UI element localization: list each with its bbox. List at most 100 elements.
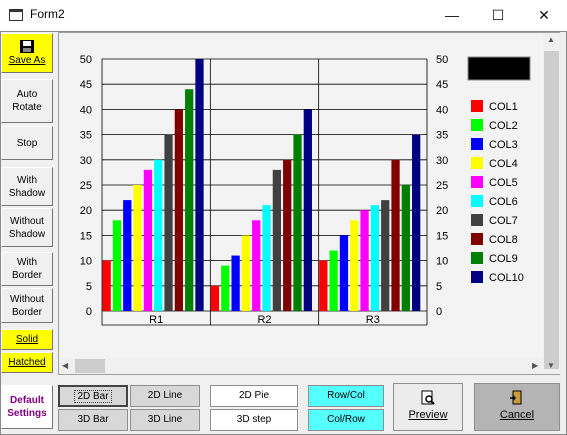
bar-col7-r3 <box>381 200 390 311</box>
2d-bar-label: 2D Bar <box>74 390 112 403</box>
with-border-button[interactable]: With Border <box>1 252 53 286</box>
save-as-button[interactable]: Save As <box>1 33 53 73</box>
legend-label: COL9 <box>489 253 518 265</box>
without-shadow-button[interactable]: Without Shadow <box>1 208 53 247</box>
y-tick-label-right: 15 <box>436 230 448 242</box>
without-shadow-label-1: Without <box>10 215 44 227</box>
scroll-left-arrow-icon[interactable]: ◀ <box>62 361 68 370</box>
3d-step-button[interactable]: 3D step <box>210 409 298 431</box>
2d-pie-label: 2D Pie <box>238 390 269 401</box>
2d-line-button[interactable]: 2D Line <box>130 385 200 407</box>
row-col-button[interactable]: Row/Col <box>308 385 384 407</box>
legend-swatch <box>471 100 483 112</box>
stop-button[interactable]: Stop <box>1 126 53 160</box>
auto-rotate-label-2: Rotate <box>12 102 42 113</box>
category-label: R3 <box>366 314 380 326</box>
col-row-label: Col/Row <box>327 414 365 425</box>
legend-label: COL3 <box>489 139 518 151</box>
scroll-right-arrow-icon[interactable]: ▶ <box>532 361 538 370</box>
legend-label: COL1 <box>489 101 518 113</box>
2d-bar-button[interactable]: 2D Bar <box>58 385 128 407</box>
bar-col3-r3 <box>339 235 349 311</box>
preview-button[interactable]: Preview <box>393 383 463 431</box>
without-border-label-1: Without <box>10 293 44 305</box>
2d-pie-button[interactable]: 2D Pie <box>210 385 298 407</box>
y-tick-label-left: 50 <box>80 54 92 66</box>
y-tick-label-right: 0 <box>436 306 442 318</box>
close-button[interactable]: ✕ <box>521 0 567 31</box>
without-shadow-label-2: Shadow <box>8 228 46 240</box>
floppy-disk-icon <box>20 40 34 53</box>
legend-swatch <box>471 271 483 283</box>
default-settings-button[interactable]: Default Settings <box>1 385 53 429</box>
vertical-scrollbar[interactable]: ▲ ▼ <box>543 33 560 374</box>
legend-swatch <box>471 138 483 150</box>
3d-step-label: 3D step <box>236 414 272 425</box>
hatched-button[interactable]: Hatched <box>1 352 53 373</box>
y-tick-label-left: 20 <box>80 205 92 217</box>
y-tick-label-left: 10 <box>80 256 92 268</box>
bar-col1-r1 <box>102 260 111 311</box>
y-tick-label-left: 40 <box>80 104 92 116</box>
bar-col2-r2 <box>221 265 230 311</box>
bar-col2-r3 <box>329 250 338 311</box>
bar-col8-r3 <box>391 159 400 311</box>
preview-label: Preview <box>408 409 448 421</box>
y-tick-label-left: 45 <box>80 79 92 91</box>
legend-label: COL5 <box>489 177 518 189</box>
col-row-button[interactable]: Col/Row <box>308 409 384 431</box>
category-label: R1 <box>149 314 163 326</box>
window-title: Form2 <box>30 7 65 21</box>
y-tick-label-right: 10 <box>436 256 448 268</box>
y-tick-label-left: 35 <box>80 130 92 142</box>
bar-col7-r1 <box>164 134 173 311</box>
without-border-button[interactable]: Without Border <box>1 288 53 323</box>
scroll-up-arrow-icon[interactable]: ▲ <box>547 35 555 44</box>
maximize-button[interactable]: ☐ <box>475 0 521 31</box>
bar-col6-r1 <box>154 159 163 311</box>
without-border-label-2: Border <box>11 306 42 318</box>
y-tick-label-left: 15 <box>80 230 92 242</box>
minimize-button[interactable]: — <box>429 0 475 31</box>
with-shadow-label-2: Shadow <box>8 187 46 199</box>
bar-col7-r2 <box>272 169 282 311</box>
y-tick-label-right: 5 <box>436 281 442 293</box>
cancel-button[interactable]: Cancel <box>474 383 560 431</box>
y-tick-label-left: 30 <box>80 155 92 167</box>
y-tick-label-right: 25 <box>436 180 448 192</box>
y-tick-label-left: 0 <box>86 306 92 318</box>
bar-col4-r3 <box>350 220 359 311</box>
legend-label: COL6 <box>489 196 518 208</box>
auto-rotate-button[interactable]: Auto Rotate <box>1 79 53 123</box>
bar-col1-r3 <box>319 260 328 311</box>
with-shadow-label-1: With <box>17 174 37 186</box>
solid-button[interactable]: Solid <box>1 329 53 350</box>
bar-col8-r2 <box>283 159 292 311</box>
legend-label: COL8 <box>489 234 518 246</box>
with-border-label-2: Border <box>11 270 42 281</box>
y-tick-label-right: 45 <box>436 79 448 91</box>
vertical-scroll-thumb[interactable] <box>544 51 559 369</box>
bar-chart: 0 0 5 5 10 10 15 15 20 20 25 25 30 30 35 35 40 40 45 45 50 50… <box>60 34 544 359</box>
bar-col4-r1 <box>133 185 142 311</box>
3d-line-button[interactable]: 3D Line <box>130 409 200 431</box>
y-tick-label-right: 35 <box>436 130 448 142</box>
scroll-down-arrow-icon[interactable]: ▼ <box>547 361 555 370</box>
bar-col3-r1 <box>123 200 132 311</box>
with-shadow-button[interactable]: With Shadow <box>1 167 53 206</box>
horizontal-scroll-thumb[interactable] <box>75 359 105 373</box>
bar-col3-r2 <box>231 255 240 311</box>
legend-swatch <box>471 252 483 264</box>
save-as-label: Save As <box>8 55 46 66</box>
color-swatch <box>467 56 531 81</box>
category-label: R2 <box>257 314 271 326</box>
legend-label: COL7 <box>489 215 518 227</box>
3d-line-label: 3D Line <box>147 414 183 425</box>
y-tick-label-right: 40 <box>436 104 448 116</box>
horizontal-scrollbar[interactable]: ◀ ▶ <box>59 358 544 374</box>
default-settings-label-2: Settings <box>7 408 47 419</box>
3d-bar-button[interactable]: 3D Bar <box>58 409 128 431</box>
title-bar: Form2 — ☐ ✕ <box>0 0 567 32</box>
y-tick-label-left: 5 <box>86 281 92 293</box>
bar-col9-r2 <box>293 134 302 311</box>
